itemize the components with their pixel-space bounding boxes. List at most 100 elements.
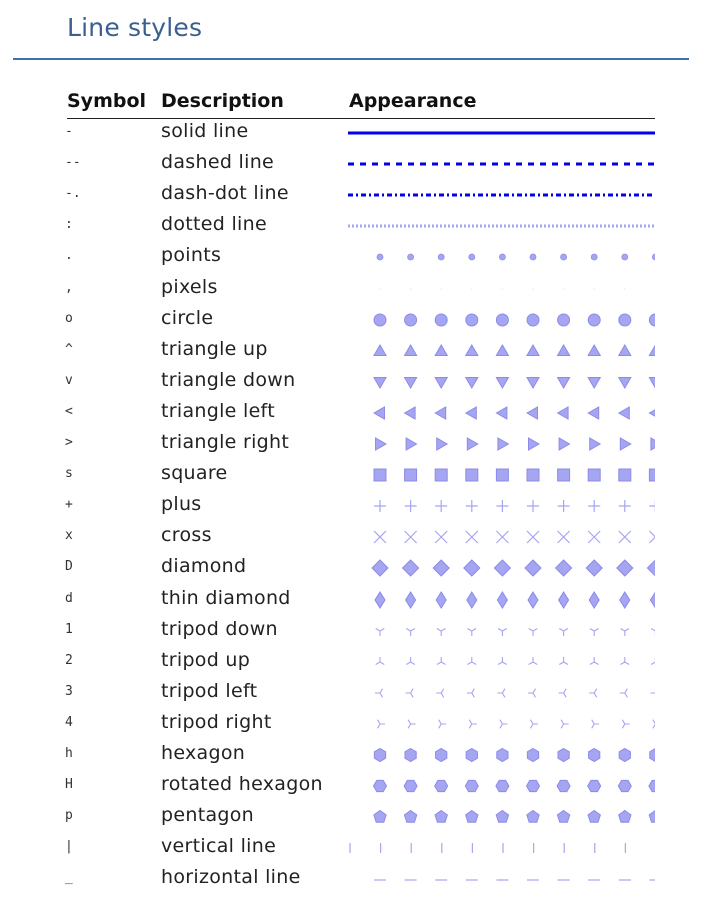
line-style-sample [373,376,655,389]
sample-marker [558,627,569,636]
description-cell: rotated hexagon [161,773,323,796]
description-cell: cross [161,524,212,547]
description-cell: solid line [161,120,249,142]
sample-marker [618,500,631,513]
sample-marker [616,559,634,578]
line-style-sample [375,627,655,636]
sample-marker [437,253,445,261]
sample-marker [557,747,570,763]
sample-marker [525,405,538,420]
header-description: Description [161,90,284,112]
sample-marker [652,719,655,729]
sample-marker [526,376,540,389]
appearance-cell [348,211,655,242]
appearance-cell [348,336,655,367]
appearance-cell [348,429,655,460]
table-row: Ddiamond [0,553,721,584]
sample-marker [617,376,632,389]
sample-marker [373,376,387,389]
line-style-sample [348,224,655,228]
sample-marker [496,500,509,513]
sample-marker [435,590,447,609]
sample-marker [465,500,478,513]
appearance-cell [348,616,655,647]
sample-marker [404,530,418,544]
sample-marker [557,500,570,513]
sample-marker [618,810,632,823]
sample-marker [495,376,510,389]
sample-marker [617,779,632,793]
description-cell: triangle up [161,337,268,360]
sample-marker [405,627,416,636]
sample-marker [375,688,383,698]
description-cell: horizontal line [161,866,301,889]
description-cell: plus [161,493,202,516]
appearance-cell [348,398,655,429]
sample-marker [646,560,655,577]
sample-marker [435,747,448,763]
sample-marker [405,656,416,665]
sample-marker [528,437,541,451]
symbol-cell: -- [65,155,81,171]
header-symbol: Symbol [67,90,147,112]
sample-marker [532,288,534,289]
sample-marker [588,500,601,513]
sample-marker [432,559,450,578]
appearance-cell [348,585,655,616]
sample-marker [374,500,386,513]
sample-marker [465,747,478,763]
sample-marker [465,468,479,482]
sample-marker [587,530,601,544]
symbol-cell: o [65,310,73,326]
sample-marker [587,343,602,356]
line-style-sample [373,530,655,544]
sample-marker [650,437,655,451]
sample-marker [619,437,632,451]
description-cell: dash-dot line [161,182,289,205]
sample-marker [556,405,569,420]
sample-marker [527,590,539,609]
sample-marker [373,468,387,482]
sample-marker [434,468,448,482]
sample-marker [377,719,385,729]
sample-marker [407,253,414,261]
sample-marker [467,627,477,636]
description-cell: tripod up [161,648,251,671]
sample-marker [497,688,506,698]
sample-marker [526,343,540,356]
sample-marker [465,810,479,823]
line-style-sample [372,405,655,420]
page-title: Line styles [67,13,203,42]
symbol-cell: 4 [65,714,73,730]
table-row: . points [0,242,721,273]
description-cell: dotted line [161,213,267,236]
sample-marker [464,343,479,356]
sample-marker [588,590,600,609]
table-row: -. dash-dot line [0,180,721,211]
sample-marker [373,530,387,544]
sample-marker [619,688,628,698]
sample-marker [501,288,503,289]
sample-marker [588,747,601,763]
description-cell: vertical line [161,835,277,858]
sample-marker [467,656,477,665]
sample-marker [403,405,416,420]
sample-marker [468,253,476,261]
line-style-sample [374,590,655,609]
table-row: x cross [0,522,721,553]
sample-marker [434,530,448,544]
appearance-cell [348,522,655,553]
sample-marker [498,253,506,261]
symbol-cell: s [65,466,73,482]
sample-marker [373,810,387,823]
sample-marker [372,405,385,420]
sample-marker [558,656,569,665]
sample-marker [401,559,420,578]
sample-marker [436,656,446,665]
sample-marker [373,343,387,356]
symbol-cell: D [65,559,73,575]
sample-marker [526,313,540,327]
sample-marker [556,779,571,793]
sample-marker [587,779,602,793]
symbol-cell: , [65,279,73,295]
